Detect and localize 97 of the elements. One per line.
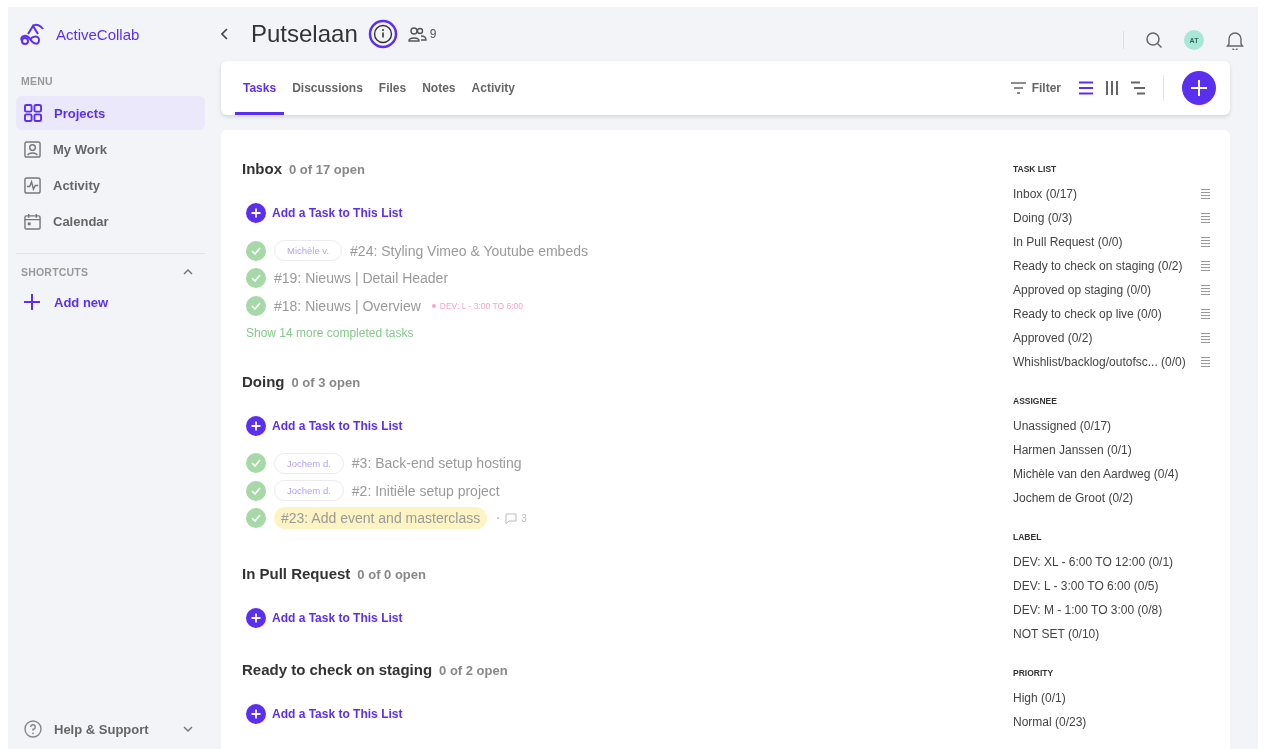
- drag-handle-icon[interactable]: [1201, 285, 1210, 295]
- tab[interactable]: Discussions: [284, 64, 371, 115]
- filter-link[interactable]: High (0/1): [1013, 691, 1066, 705]
- filter-link[interactable]: In Pull Request (0/0): [1013, 235, 1123, 249]
- check-icon: [251, 459, 261, 468]
- list-view-icon[interactable]: [1079, 81, 1093, 95]
- grid-icon: [24, 104, 42, 122]
- chevron-icon[interactable]: [183, 725, 193, 733]
- nav-item[interactable]: My Work: [16, 132, 205, 166]
- search-icon[interactable]: [1146, 32, 1162, 48]
- filter-link[interactable]: Inbox (0/17): [1013, 187, 1078, 201]
- app-name[interactable]: ActiveCollab: [56, 25, 140, 43]
- person-icon: [24, 140, 41, 158]
- filter-link[interactable]: DEV: M - 1:00 TO 3:00 (0/8): [1013, 603, 1163, 617]
- tab[interactable]: Activity: [463, 64, 523, 115]
- tab[interactable]: Files: [370, 64, 415, 115]
- add-task-link[interactable]: Add a Task to This List: [246, 608, 403, 628]
- filter-link[interactable]: Doing (0/3): [1013, 211, 1073, 225]
- filter-link[interactable]: Jochem de Groot (0/2): [1013, 491, 1134, 505]
- add-shortcut-link[interactable]: Add new: [24, 294, 109, 310]
- plus-circle-icon: [246, 203, 266, 223]
- plus-icon: [1191, 80, 1207, 96]
- drag-handle-icon[interactable]: [1201, 309, 1210, 319]
- back-icon[interactable]: [221, 28, 229, 40]
- check-icon: [251, 486, 261, 495]
- people-icon: [407, 26, 427, 42]
- filter-link[interactable]: Whishlist/backlog/outofsc... (0/0): [1013, 355, 1186, 369]
- section-heading: LABEL: [1013, 532, 1042, 542]
- plus-icon: [24, 294, 40, 310]
- list-title: Inbox: [242, 160, 282, 177]
- project-title: Putselaan: [251, 20, 358, 48]
- section-heading: SHORTCUTS: [20, 266, 90, 278]
- drag-handle-icon[interactable]: [1201, 333, 1210, 343]
- check-icon: [251, 246, 261, 255]
- nav-item[interactable]: Projects: [16, 96, 205, 130]
- info-icon[interactable]: [367, 19, 398, 49]
- drag-handle-icon[interactable]: [1201, 261, 1210, 271]
- complete-checkbox[interactable]: [246, 295, 266, 316]
- bell-icon[interactable]: [1226, 30, 1244, 50]
- filter-link[interactable]: Harmen Janssen (0/1): [1013, 443, 1132, 457]
- open-count: 0 of 3 open: [291, 374, 361, 390]
- tab[interactable]: Tasks: [235, 64, 285, 115]
- filter-link[interactable]: Ready to check on staging (0/2): [1013, 259, 1183, 273]
- filter-link[interactable]: DEV: L - 3:00 TO 6:00 (0/5): [1013, 579, 1159, 593]
- complete-checkbox[interactable]: [246, 240, 266, 261]
- timeline-view-icon[interactable]: [1131, 81, 1145, 95]
- plus-circle-icon: [246, 415, 266, 436]
- drag-handle-icon[interactable]: [1201, 357, 1210, 367]
- open-count: 0 of 17 open: [289, 162, 365, 177]
- tab[interactable]: Notes: [414, 64, 464, 115]
- pulse-icon: [24, 176, 41, 194]
- add-task-link[interactable]: Add a Task to This List: [246, 704, 403, 724]
- help-icon: [24, 720, 42, 738]
- filter-link[interactable]: NOT SET (0/10): [1013, 627, 1100, 641]
- add-button[interactable]: [1182, 71, 1216, 105]
- nav-item[interactable]: Calendar: [16, 204, 205, 238]
- columns-view-icon[interactable]: [1105, 81, 1119, 95]
- complete-checkbox[interactable]: [246, 480, 266, 501]
- complete-checkbox[interactable]: [246, 508, 266, 529]
- task-label: DEV: L - 3:00 TO 6:00: [439, 300, 523, 311]
- list-title: Doing: [242, 372, 285, 390]
- filter-link[interactable]: Approved op staging (0/0): [1013, 283, 1152, 297]
- open-count: 0 of 0 open: [357, 567, 426, 582]
- open-count: 0 of 2 open: [439, 663, 508, 678]
- calendar-icon: [24, 212, 41, 230]
- section-heading: MENU: [20, 75, 54, 87]
- filter-link[interactable]: Approved (0/2): [1013, 331, 1093, 345]
- add-task-link[interactable]: Add a Task to This List: [246, 203, 403, 223]
- filter-icon: [1010, 82, 1026, 94]
- drag-handle-icon[interactable]: [1201, 237, 1210, 247]
- check-icon: [251, 514, 261, 523]
- list-title: Ready to check on staging: [242, 661, 433, 678]
- add-task-link[interactable]: Add a Task to This List: [246, 415, 403, 436]
- filter-link[interactable]: Ready to check op live (0/0): [1013, 307, 1162, 321]
- filter-link[interactable]: Michèle van den Aardweg (0/4): [1013, 467, 1179, 481]
- complete-checkbox[interactable]: [246, 453, 266, 474]
- check-icon: [251, 301, 261, 310]
- comment-icon: [505, 512, 518, 524]
- section-heading: TASK LIST: [1013, 164, 1057, 174]
- help-link[interactable]: Help & Support: [54, 721, 171, 737]
- plus-circle-icon: [246, 608, 266, 628]
- list-title: In Pull Request: [242, 565, 351, 582]
- filter-link[interactable]: Unassigned (0/17): [1013, 419, 1112, 433]
- nav-item[interactable]: Activity: [16, 168, 205, 202]
- chevron-icon[interactable]: [183, 268, 193, 276]
- comment-count: 3: [521, 512, 527, 524]
- members-button[interactable]: 9: [407, 26, 437, 42]
- filter-button[interactable]: Filter: [1010, 81, 1061, 95]
- section-heading: ASSIGNEE: [1013, 396, 1057, 406]
- drag-handle-icon[interactable]: [1201, 213, 1210, 223]
- check-icon: [251, 274, 261, 283]
- drag-handle-icon[interactable]: [1201, 189, 1210, 199]
- section-heading: PRIORITY: [1013, 668, 1054, 678]
- plus-circle-icon: [246, 704, 266, 724]
- complete-checkbox[interactable]: [246, 268, 266, 289]
- filter-link[interactable]: Normal (0/23): [1013, 715, 1087, 729]
- filter-link[interactable]: DEV: XL - 6:00 TO 12:00 (0/1): [1013, 555, 1174, 569]
